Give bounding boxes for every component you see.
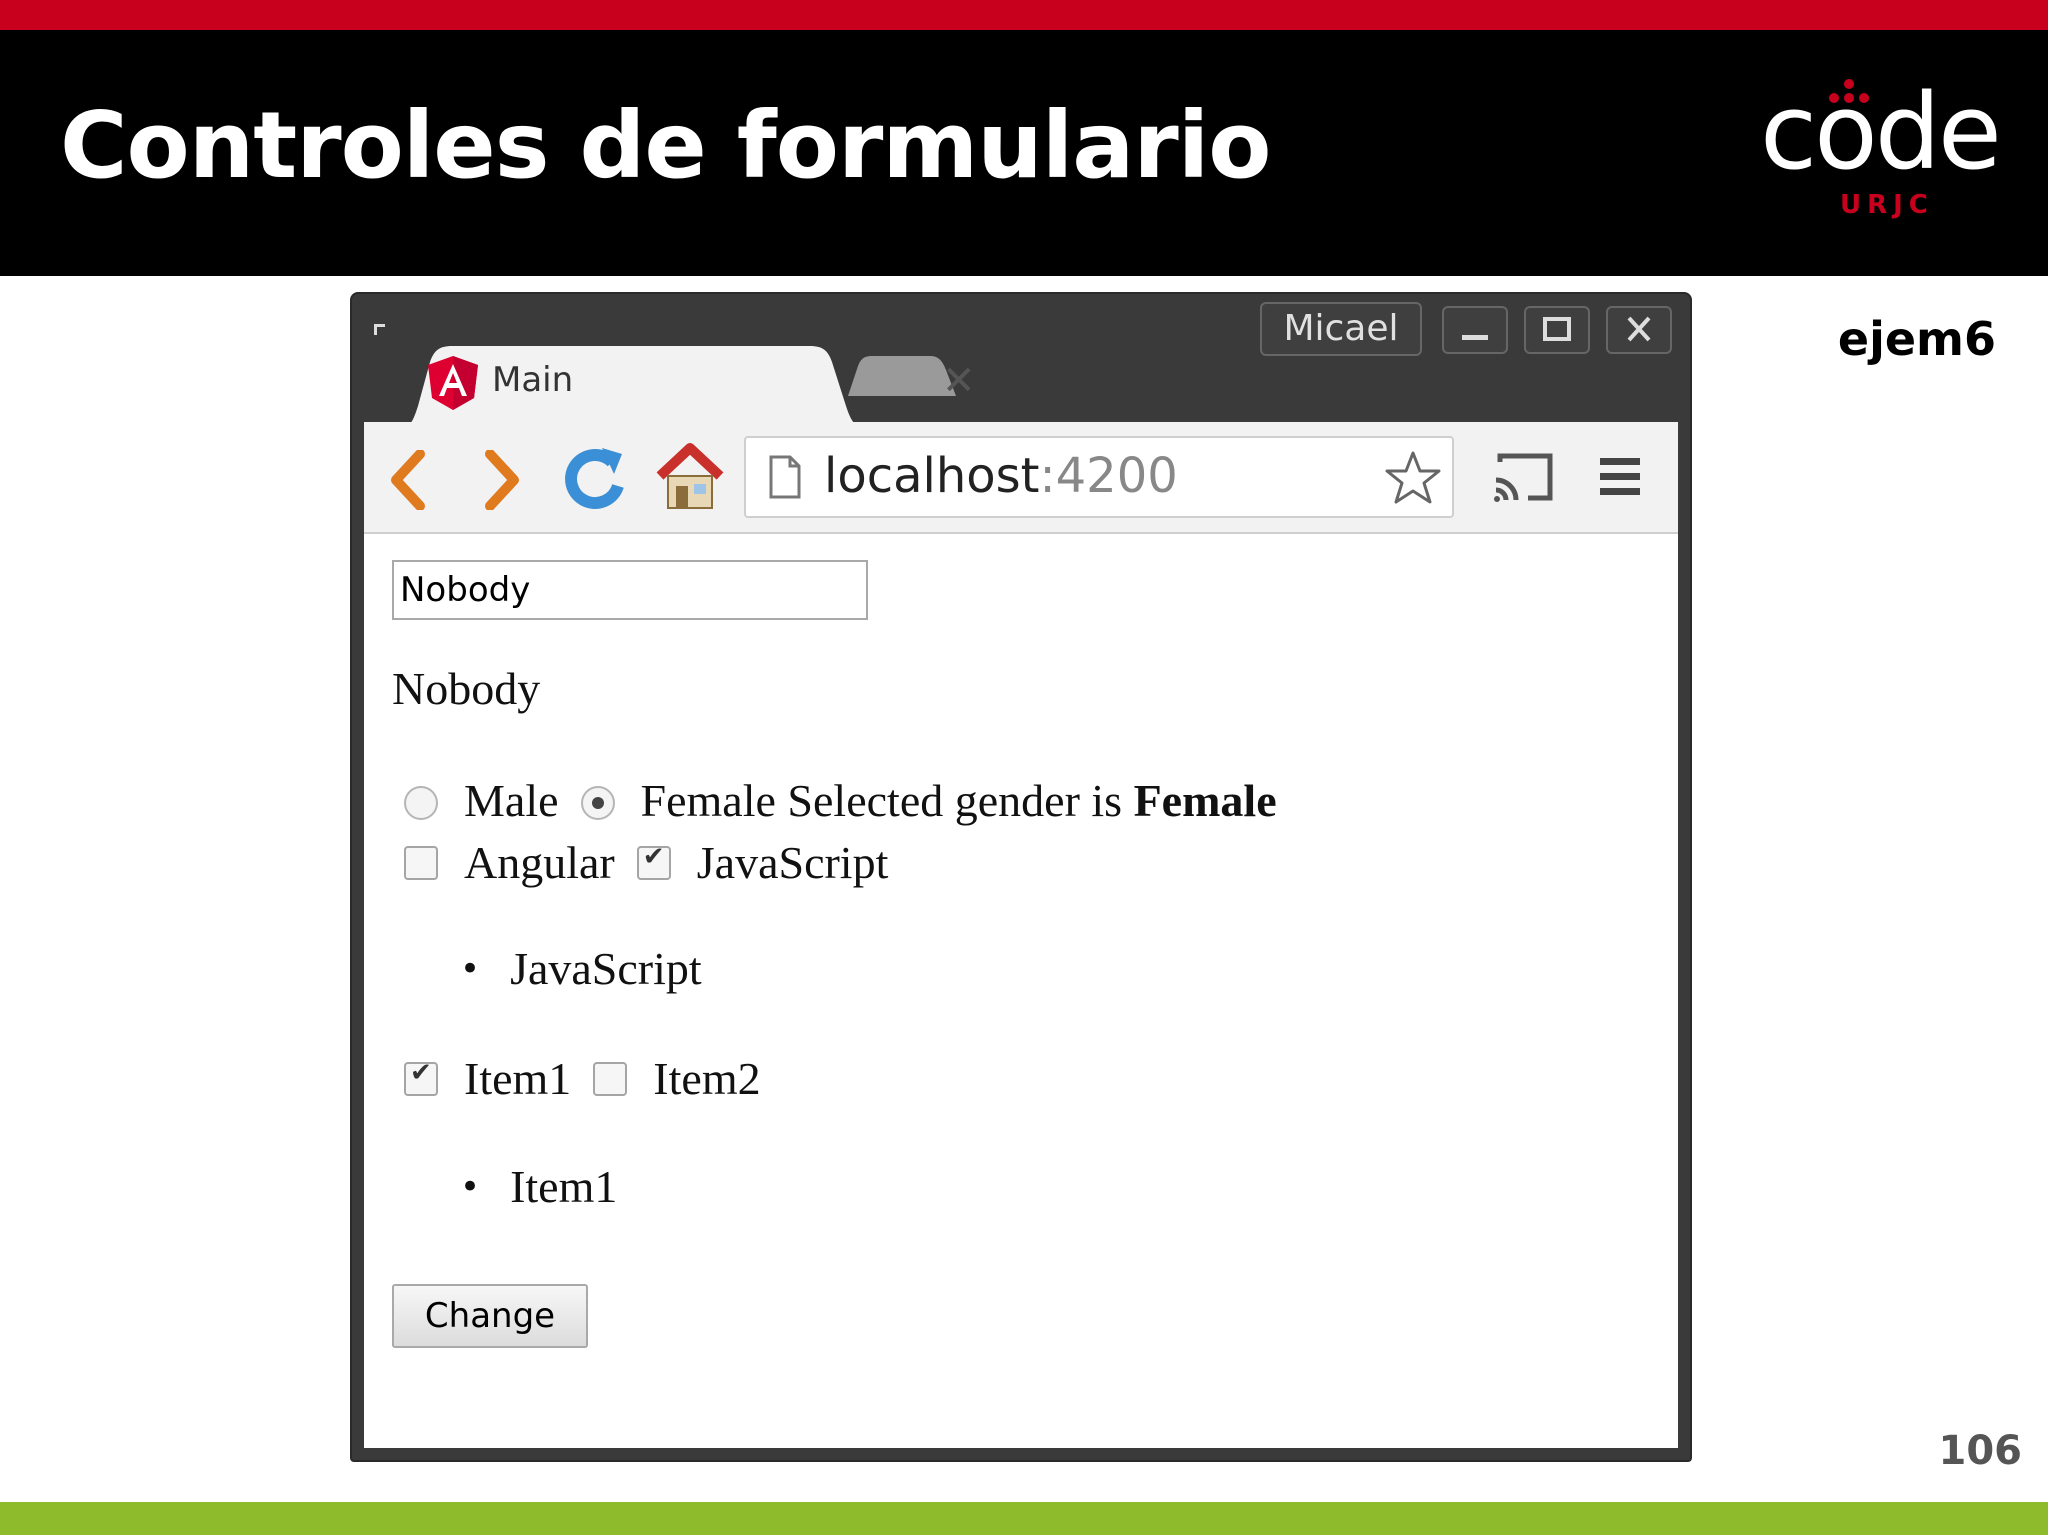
checkbox-item2-label: Item2 bbox=[653, 1053, 761, 1104]
maximize-icon bbox=[1543, 317, 1571, 341]
change-button[interactable]: Change bbox=[392, 1284, 588, 1348]
angular-icon bbox=[428, 356, 478, 410]
tab-title: Main bbox=[492, 360, 574, 400]
checkbox-angular-label: Angular bbox=[464, 837, 615, 888]
browser-window: Micael Main ✕ localhost:4200 Nobody Nobo… bbox=[352, 294, 1690, 1460]
page-content: Nobody Nobody Male Female Selected gender… bbox=[364, 534, 1678, 1448]
logo-subtitle: URJC bbox=[1840, 190, 1934, 220]
example-label: ejem6 bbox=[1837, 312, 1996, 366]
top-red-bar bbox=[0, 0, 2048, 30]
tab-close-icon[interactable]: ✕ bbox=[942, 358, 976, 404]
page-icon bbox=[769, 455, 801, 499]
checkbox-javascript[interactable] bbox=[636, 842, 671, 880]
back-icon[interactable] bbox=[384, 450, 434, 510]
radio-male[interactable] bbox=[404, 786, 438, 820]
tech-row: Angular JavaScript bbox=[392, 836, 888, 889]
bottom-green-bar bbox=[0, 1502, 2048, 1535]
close-icon bbox=[1627, 316, 1651, 342]
name-input[interactable]: Nobody bbox=[392, 560, 868, 620]
items-list-item: Item1 bbox=[460, 1160, 617, 1213]
name-echo: Nobody bbox=[392, 663, 541, 714]
menu-icon[interactable] bbox=[1598, 454, 1642, 500]
radio-female[interactable] bbox=[580, 786, 615, 820]
close-window-button[interactable] bbox=[1606, 306, 1672, 354]
items-row: Item1 Item2 bbox=[392, 1052, 761, 1105]
bookmark-star-icon[interactable] bbox=[1384, 450, 1442, 506]
gender-row: Male Female Selected gender is Female bbox=[392, 774, 1277, 827]
tab-main[interactable] bbox=[390, 346, 990, 430]
checkbox-item2[interactable] bbox=[593, 1062, 628, 1096]
minimize-button[interactable] bbox=[1442, 306, 1508, 354]
maximize-button[interactable] bbox=[1524, 306, 1590, 354]
home-icon[interactable] bbox=[654, 442, 726, 512]
checkbox-item1[interactable] bbox=[404, 1058, 438, 1096]
selected-gender-prefix: Selected gender is bbox=[787, 775, 1123, 826]
radio-male-label: Male bbox=[464, 775, 559, 826]
reload-icon[interactable] bbox=[564, 446, 626, 510]
url-port: :4200 bbox=[1039, 448, 1178, 504]
window-corner-icon bbox=[374, 324, 385, 335]
profile-button[interactable]: Micael bbox=[1260, 302, 1422, 356]
tech-list-item: JavaScript bbox=[460, 942, 702, 995]
browser-toolbar: localhost:4200 bbox=[364, 422, 1678, 534]
slide-title: Controles de formulario bbox=[60, 92, 1271, 199]
checkbox-angular[interactable] bbox=[404, 846, 438, 880]
url-host: localhost bbox=[824, 448, 1040, 504]
address-bar[interactable]: localhost:4200 bbox=[744, 436, 1454, 518]
code-urjc-logo: code URJC bbox=[1760, 71, 2002, 230]
minimize-icon bbox=[1462, 335, 1488, 340]
page-number: 106 bbox=[1938, 1428, 2023, 1474]
cast-icon[interactable] bbox=[1492, 450, 1556, 504]
forward-icon[interactable] bbox=[476, 450, 526, 510]
url-text: localhost:4200 bbox=[824, 448, 1178, 504]
radio-female-label: Female bbox=[640, 775, 776, 826]
checkbox-item1-label: Item1 bbox=[464, 1053, 572, 1104]
logo-text: code bbox=[1760, 71, 2002, 193]
checkbox-javascript-label: JavaScript bbox=[696, 837, 889, 888]
selected-gender-value: Female bbox=[1133, 775, 1277, 826]
